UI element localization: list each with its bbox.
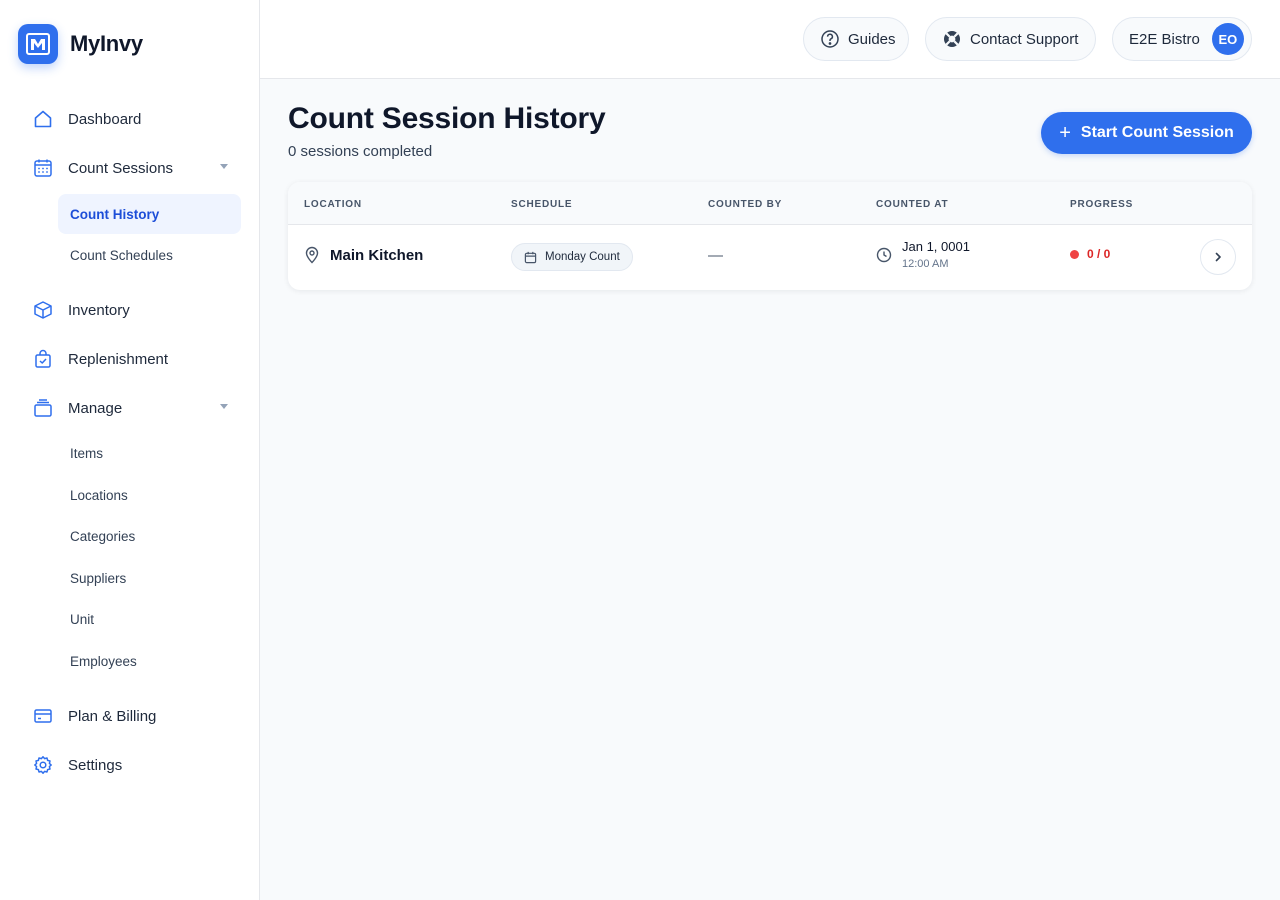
sidebar-item-unit[interactable]: Unit: [58, 599, 241, 639]
counted-at-cell: Jan 1, 0001 12:00 AM: [876, 239, 970, 270]
counted-date: Jan 1, 0001: [902, 239, 970, 254]
column-header-counted-by: COUNTED BY: [708, 199, 783, 210]
counted-time: 12:00 AM: [902, 258, 949, 270]
chevron-right-icon: [1212, 251, 1224, 263]
status-dot: [1070, 249, 1079, 259]
sidebar-item-dashboard[interactable]: Dashboard: [24, 101, 236, 137]
box-icon: [32, 299, 54, 321]
sidebar-item-count-history[interactable]: Count History: [58, 194, 241, 234]
table-row[interactable]: Main Kitchen Monday Count — Jan 1, 0001 …: [288, 225, 1252, 290]
sidebar-item-settings[interactable]: Settings: [24, 747, 236, 783]
calendar-icon: [524, 251, 537, 264]
sidebar-item-plan-billing[interactable]: Plan & Billing: [24, 698, 236, 734]
account-menu-button[interactable]: E2E Bistro EO: [1112, 17, 1252, 61]
clock-icon: [876, 247, 892, 263]
sidebar-item-label: Plan & Billing: [68, 707, 157, 725]
progress-value: 0 / 0: [1087, 247, 1111, 261]
sidebar-item-count-schedules[interactable]: Count Schedules: [58, 235, 241, 275]
credit-card-icon: [32, 705, 54, 727]
chevron-down-icon: [220, 404, 228, 409]
account-name: E2E Bistro: [1129, 30, 1200, 48]
plus-icon: +: [1059, 122, 1071, 144]
start-count-session-label: Start Count Session: [1080, 124, 1234, 141]
counted-by-cell: —: [708, 247, 723, 264]
sidebar-item-label: Count Sessions: [68, 159, 174, 177]
guides-label: Guides: [848, 30, 896, 48]
counted-by-value: —: [708, 247, 723, 264]
sidebar-item-label: Manage: [68, 399, 123, 417]
lifebuoy-icon: [942, 29, 962, 49]
schedule-badge: Monday Count: [511, 243, 633, 271]
home-icon: [32, 108, 54, 130]
sidebar-item-label: Inventory: [68, 301, 130, 319]
chevron-down-icon: [220, 164, 228, 169]
avatar: EO: [1211, 23, 1244, 55]
start-count-session-button[interactable]: + Start Count Session: [1041, 112, 1252, 154]
contact-support-label: Contact Support: [970, 30, 1079, 48]
brand-name: MyInvy: [70, 31, 143, 56]
table-header: LOCATION SCHEDULE COUNTED BY COUNTED AT …: [288, 182, 1252, 225]
gear-icon: [32, 754, 54, 776]
progress-indicator: 0 / 0: [1070, 247, 1110, 261]
open-session-button[interactable]: [1200, 239, 1236, 275]
folder-stack-icon: [32, 397, 54, 419]
sidebar-item-items[interactable]: Items: [58, 433, 241, 473]
sidebar-item-locations[interactable]: Locations: [58, 475, 241, 515]
column-header-progress: PROGRESS: [1070, 199, 1134, 210]
sidebar-item-categories[interactable]: Categories: [58, 516, 241, 556]
top-bar: Guides Contact Support E2E Bistro EO: [260, 0, 1280, 79]
sidebar-item-inventory[interactable]: Inventory: [24, 292, 236, 328]
location-cell: Main Kitchen: [304, 246, 423, 264]
schedule-name: Monday Count: [545, 251, 620, 263]
sidebar-item-count-sessions[interactable]: Count Sessions: [24, 150, 236, 186]
sidebar-item-suppliers[interactable]: Suppliers: [58, 558, 241, 598]
sidebar-item-label: Settings: [68, 756, 123, 774]
help-circle-icon: [820, 29, 840, 49]
page-title: Count Session History: [288, 102, 606, 135]
guides-button[interactable]: Guides: [803, 17, 909, 61]
counted-at-values: Jan 1, 0001 12:00 AM: [902, 239, 970, 270]
sidebar-item-employees[interactable]: Employees: [58, 641, 241, 681]
column-header-schedule: SCHEDULE: [511, 199, 573, 210]
sidebar-item-label: Dashboard: [68, 110, 142, 128]
progress-cell: 0 / 0: [1070, 247, 1110, 261]
m-logo-icon: [18, 24, 58, 64]
sidebar-item-label: Replenishment: [68, 350, 169, 368]
column-header-counted-at: COUNTED AT: [876, 199, 949, 210]
session-history-table: LOCATION SCHEDULE COUNTED BY COUNTED AT …: [288, 182, 1252, 290]
location-name: Main Kitchen: [330, 246, 424, 264]
schedule-cell: Monday Count: [511, 243, 633, 271]
map-pin-icon: [304, 246, 320, 264]
shopping-bag-check-icon: [32, 348, 54, 370]
contact-support-button[interactable]: Contact Support: [925, 17, 1096, 61]
calendar-grid-icon: [32, 157, 54, 179]
sidebar: MyInvy Dashboard Count Sessions Count Hi…: [0, 0, 260, 900]
brand[interactable]: MyInvy: [18, 24, 143, 64]
sidebar-item-manage[interactable]: Manage: [24, 390, 236, 426]
column-header-location: LOCATION: [304, 199, 362, 210]
sessions-count: 0 sessions completed: [288, 143, 433, 160]
sidebar-item-replenishment[interactable]: Replenishment: [24, 341, 236, 377]
